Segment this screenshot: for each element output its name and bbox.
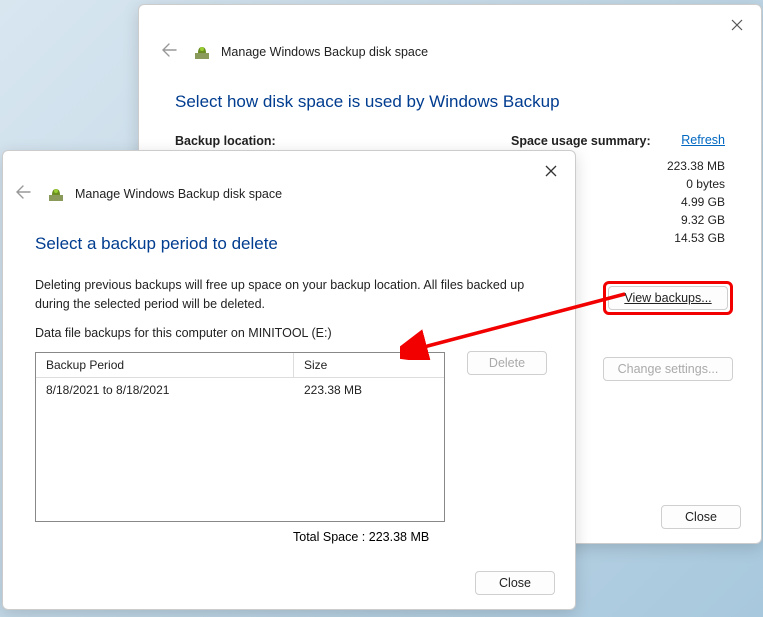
view-backups-button[interactable]: View backups... bbox=[608, 286, 728, 310]
back-arrow-icon[interactable] bbox=[155, 41, 183, 62]
column-header-period[interactable]: Backup Period bbox=[36, 353, 294, 377]
backup-app-icon bbox=[47, 185, 65, 203]
highlight-annotation: View backups... bbox=[603, 281, 733, 315]
page-heading: Select how disk space is used by Windows… bbox=[175, 92, 721, 112]
cell-period: 8/18/2021 to 8/18/2021 bbox=[36, 378, 294, 402]
column-header-size[interactable]: Size bbox=[294, 353, 444, 377]
window-title: Manage Windows Backup disk space bbox=[221, 45, 428, 59]
summary-values: 223.38 MB 0 bytes 4.99 GB 9.32 GB 14.53 … bbox=[667, 157, 725, 247]
backup-period-table[interactable]: Backup Period Size 8/18/2021 to 8/18/202… bbox=[35, 352, 445, 522]
window-title: Manage Windows Backup disk space bbox=[75, 187, 282, 201]
page-heading: Select a backup period to delete bbox=[35, 234, 547, 254]
summary-value: 4.99 GB bbox=[667, 193, 725, 211]
table-row[interactable]: 8/18/2021 to 8/18/2021 223.38 MB bbox=[36, 378, 444, 402]
summary-value: 14.53 GB bbox=[667, 229, 725, 247]
view-backups-label: View backups... bbox=[624, 291, 711, 305]
change-settings-button[interactable]: Change settings... bbox=[603, 357, 733, 381]
close-icon[interactable] bbox=[541, 161, 561, 181]
cell-size: 223.38 MB bbox=[294, 378, 444, 402]
close-button[interactable]: Close bbox=[661, 505, 741, 529]
close-button[interactable]: Close bbox=[475, 571, 555, 595]
description-text: Deleting previous backups will free up s… bbox=[35, 276, 547, 314]
summary-value: 223.38 MB bbox=[667, 157, 725, 175]
select-backup-period-window: Manage Windows Backup disk space Select … bbox=[2, 150, 576, 610]
back-arrow-icon[interactable] bbox=[9, 183, 37, 204]
backup-app-icon bbox=[193, 43, 211, 61]
backup-source-text: Data file backups for this computer on M… bbox=[35, 324, 547, 343]
summary-value: 0 bytes bbox=[667, 175, 725, 193]
summary-value: 9.32 GB bbox=[667, 211, 725, 229]
refresh-link[interactable]: Refresh bbox=[681, 133, 725, 147]
backup-location-label: Backup location: bbox=[175, 134, 511, 148]
close-icon[interactable] bbox=[727, 15, 747, 35]
total-space-label: Total Space : 223.38 MB bbox=[293, 530, 547, 544]
delete-button[interactable]: Delete bbox=[467, 351, 547, 375]
